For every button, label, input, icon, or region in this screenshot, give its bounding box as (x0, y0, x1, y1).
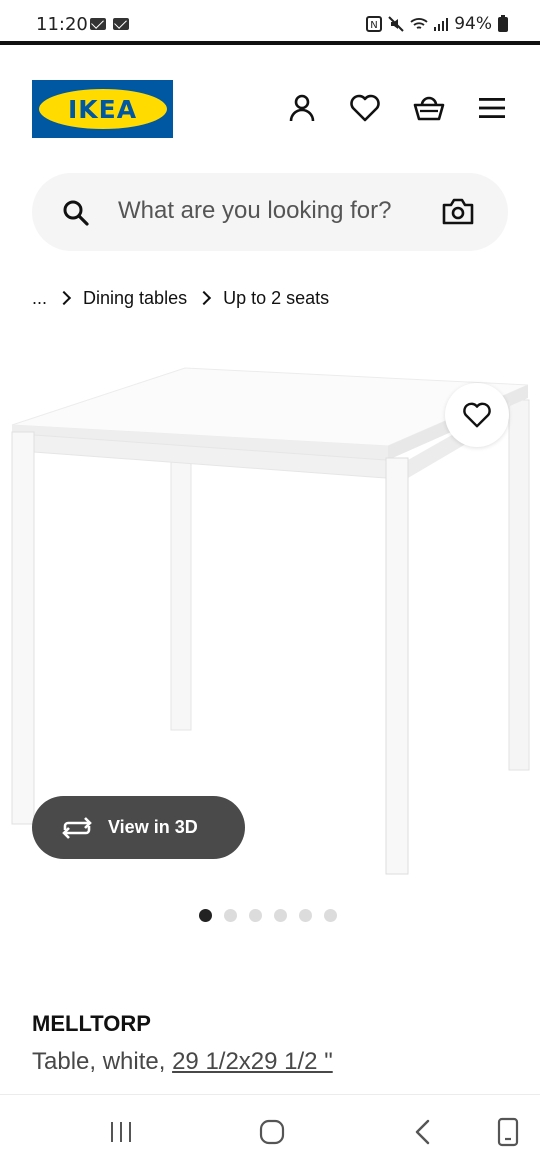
rotate-3d-icon (62, 816, 92, 839)
ikea-logo[interactable]: IKEA (32, 80, 173, 138)
gallery-pagination (199, 909, 337, 922)
gallery-dot[interactable] (274, 909, 287, 922)
account-icon[interactable] (284, 90, 320, 126)
status-indicators: N 94% (366, 14, 508, 34)
recents-icon[interactable] (108, 1119, 134, 1145)
wifi-icon (410, 18, 428, 29)
product-type: Table, white, (32, 1048, 166, 1075)
mute-icon (388, 16, 404, 32)
breadcrumb-up-to-2-seats[interactable]: Up to 2 seats (223, 288, 329, 309)
view-in-3d-label: View in 3D (108, 817, 198, 837)
basket-icon[interactable] (411, 90, 447, 126)
svg-text:N: N (370, 20, 377, 31)
breadcrumb-dining-tables[interactable]: Dining tables (83, 288, 187, 309)
system-nav-bar (0, 1094, 540, 1171)
chevron-right-icon (56, 290, 72, 306)
gallery-dot[interactable] (199, 909, 212, 922)
gallery-dot[interactable] (299, 909, 312, 922)
gallery-dot[interactable] (224, 909, 237, 922)
status-bar: 11:20 N 94% (0, 0, 540, 44)
heart-icon[interactable] (347, 90, 383, 126)
search-bar[interactable]: What are you looking for? (32, 173, 508, 251)
menu-icon[interactable] (474, 90, 510, 126)
battery-level: 94% (454, 14, 492, 34)
home-icon[interactable] (258, 1118, 286, 1146)
mail-icon (113, 18, 129, 30)
product-name: MELLTORP (32, 1011, 151, 1036)
status-time: 11:20 (36, 14, 88, 35)
favorite-button[interactable] (445, 383, 509, 447)
heart-icon (463, 402, 491, 428)
search-input[interactable]: What are you looking for? (118, 197, 424, 229)
breadcrumb-more[interactable]: ... (32, 288, 47, 309)
back-icon[interactable] (412, 1118, 434, 1146)
top-divider (0, 41, 540, 45)
screenshot-icon[interactable] (496, 1117, 520, 1147)
camera-icon[interactable] (442, 197, 474, 225)
signal-icon (434, 18, 449, 31)
mail-icon (90, 18, 106, 30)
battery-icon (498, 14, 508, 32)
logo-text: IKEA (38, 89, 167, 129)
gallery-dot[interactable] (249, 909, 262, 922)
product-size-link[interactable]: 29 1/2x29 1/2 " (172, 1048, 333, 1075)
chevron-right-icon (197, 290, 212, 306)
search-icon[interactable] (62, 199, 90, 227)
product-description: Table, white, 29 1/2x29 1/2 " (32, 1048, 333, 1076)
gallery-dot[interactable] (324, 909, 337, 922)
view-in-3d-button[interactable]: View in 3D (32, 796, 245, 859)
nfc-icon: N (366, 16, 383, 32)
breadcrumb: ... Dining tables Up to 2 seats (32, 285, 329, 311)
